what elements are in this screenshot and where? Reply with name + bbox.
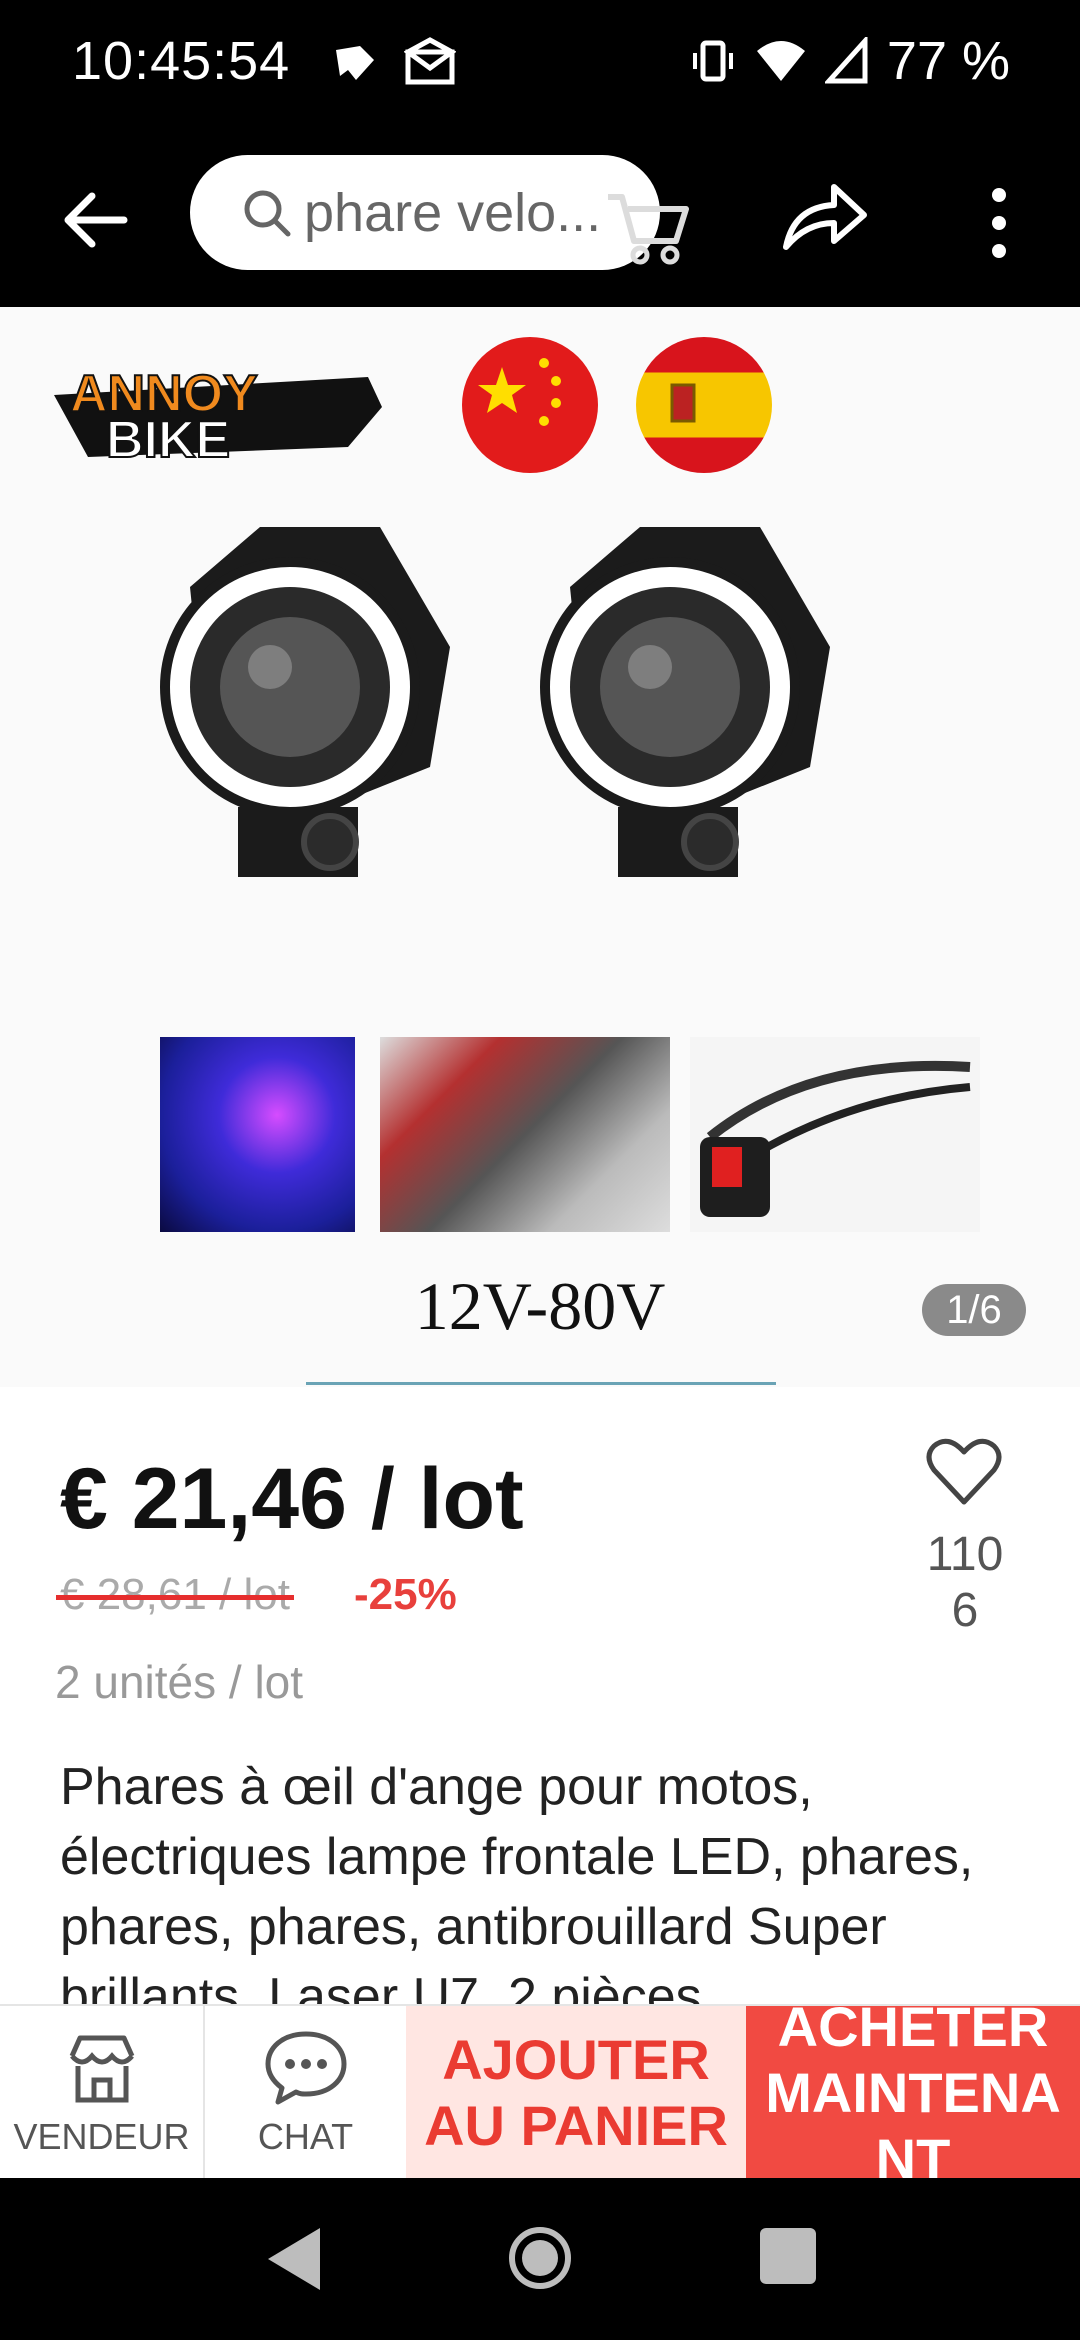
- vibrate-icon: [692, 40, 733, 82]
- add-to-cart-button[interactable]: AJOUTER AU PANIER: [406, 2006, 746, 2180]
- chat-label: CHAT: [257, 2116, 354, 2157]
- gallery-divider: [306, 1382, 776, 1385]
- original-price: € 28,61 / lot: [56, 1570, 294, 1619]
- wifi-icon: [756, 41, 805, 81]
- system-nav-bar: [0, 2178, 1080, 2340]
- nav-home-icon[interactable]: [506, 2224, 574, 2292]
- brand-logo: ANNOY BIKE: [54, 364, 382, 470]
- brand-logo-text-2: BIKE: [106, 411, 230, 469]
- back-arrow-icon[interactable]: [56, 180, 136, 260]
- battery-level: 77 %: [886, 31, 1010, 91]
- product-title: Phares à œil d'ange pour motos, électriq…: [60, 1758, 974, 2004]
- store-icon: [69, 2035, 134, 2103]
- status-left-icons: [330, 36, 456, 88]
- image-page-indicator: 1/6: [922, 1284, 1026, 1336]
- voltage-label: 12V-80V: [414, 1268, 666, 1344]
- thumbnail-switch: [690, 1037, 980, 1232]
- store-label: VENDEUR: [13, 2116, 190, 2157]
- thumbnail-blue-light: [160, 1037, 355, 1232]
- more-vertical-icon[interactable]: [974, 183, 1024, 263]
- search-box[interactable]: phare velo...: [190, 155, 660, 270]
- search-icon: [244, 190, 291, 236]
- china-flag-icon: [462, 337, 598, 473]
- search-query: phare velo...: [304, 182, 602, 243]
- thumbnail-motorcycle: [380, 1037, 670, 1232]
- status-right: 77 %: [689, 30, 1010, 92]
- store-button[interactable]: VENDEUR: [0, 2006, 203, 2180]
- status-time: 10:45:54: [72, 31, 291, 91]
- price: € 21,46 / lot: [60, 1451, 524, 1547]
- notification-icon: [336, 46, 374, 80]
- wishlist-count: 1106: [926, 1528, 1004, 1637]
- nav-recents-icon[interactable]: [760, 2228, 816, 2284]
- status-bar: 10:45:54 77 %: [0, 0, 1080, 125]
- motorcycle-lights-image: [160, 527, 830, 877]
- cart-icon[interactable]: [600, 175, 696, 271]
- nav-back-icon[interactable]: [262, 2224, 326, 2294]
- buy-now-button[interactable]: ACHETER MAINTENANT: [746, 1995, 1080, 2190]
- bottom-action-bar: VENDEUR CHAT AJOUTER AU PANIER ACHETER M…: [0, 1995, 1080, 2190]
- signal-icon: [824, 37, 868, 84]
- discount-badge: -25%: [354, 1570, 457, 1619]
- email-icon: [404, 37, 456, 85]
- heart-icon[interactable]: [924, 1432, 1004, 1512]
- chat-button[interactable]: CHAT: [203, 2006, 406, 2180]
- share-icon[interactable]: [780, 177, 868, 257]
- app-bar: phare velo...: [0, 125, 1080, 307]
- chat-icon: [265, 2031, 346, 2105]
- spain-flag-icon: [636, 337, 772, 473]
- units-per-lot: 2 unités / lot: [55, 1656, 304, 1708]
- product-image-gallery[interactable]: ANNOY BIKE 12V-80V 1/6: [0, 307, 1080, 1387]
